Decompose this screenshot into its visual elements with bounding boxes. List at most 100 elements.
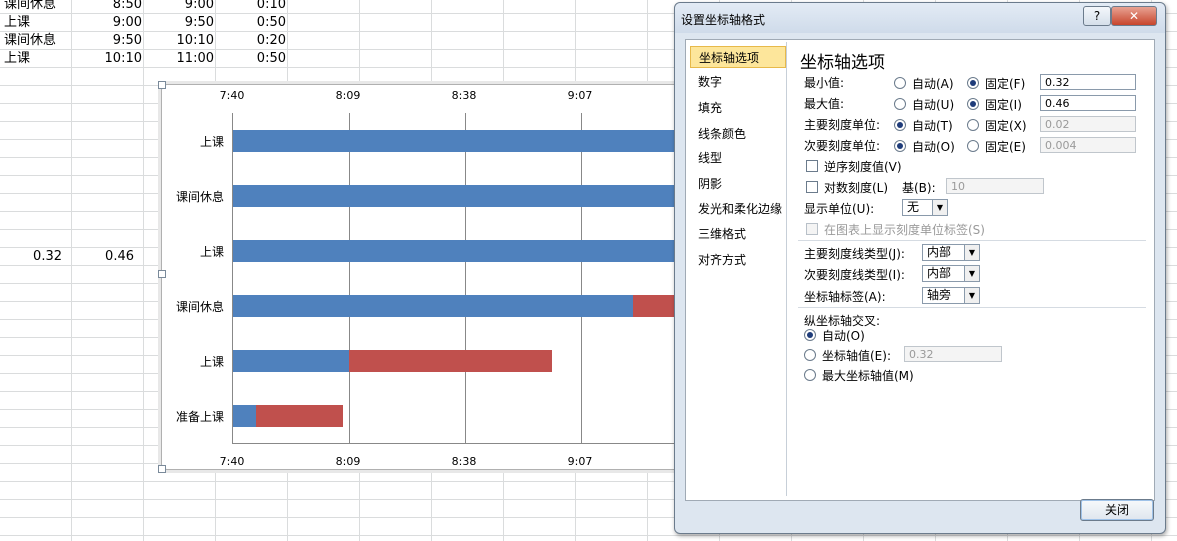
reverse-order-label[interactable]: 逆序刻度值(V): [824, 158, 902, 175]
cell-max-value[interactable]: 0.46: [72, 248, 134, 266]
major-tick-type-dropdown[interactable]: 内部 ▼: [922, 244, 980, 261]
display-units-dropdown[interactable]: 无 ▼: [902, 199, 948, 216]
chevron-down-icon: ▼: [964, 266, 979, 281]
chevron-down-icon: ▼: [964, 245, 979, 260]
cell-label[interactable]: 上课: [4, 14, 30, 32]
bar-start-segment[interactable]: [233, 239, 683, 262]
max-value-input[interactable]: 0.46: [1040, 95, 1136, 111]
nav-item-alignment[interactable]: 对齐方式: [690, 249, 786, 271]
cross-max-radio[interactable]: [804, 369, 816, 381]
minor-auto-radio[interactable]: [894, 140, 906, 152]
cell-end[interactable]: 9:50: [144, 14, 214, 32]
cell-end[interactable]: 9:00: [144, 0, 214, 14]
cross-value-radio[interactable]: [804, 349, 816, 361]
major-auto-label[interactable]: 自动(T): [912, 117, 953, 134]
min-auto-radio[interactable]: [894, 77, 906, 89]
gridline: [349, 113, 350, 443]
bar-duration-segment[interactable]: [633, 294, 674, 317]
cell-min-value[interactable]: 0.32: [0, 248, 62, 266]
cell-end[interactable]: 11:00: [144, 50, 214, 68]
show-units-label[interactable]: 在图表上显示刻度单位标签(S): [824, 221, 985, 238]
display-units-label: 显示单位(U):: [804, 202, 875, 216]
min-fixed-label[interactable]: 固定(F): [985, 75, 1025, 92]
cell-end[interactable]: 10:10: [144, 32, 214, 50]
log-base-label: 基(B):: [902, 181, 936, 195]
cell-duration[interactable]: 0:50: [216, 14, 286, 32]
minor-tick-type-dropdown[interactable]: 内部 ▼: [922, 265, 980, 282]
category-label: 上课: [199, 244, 224, 259]
cell-duration[interactable]: 0:10: [216, 0, 286, 14]
top-tick-label: 7:40: [219, 89, 245, 102]
minor-auto-label[interactable]: 自动(O): [912, 138, 955, 155]
cell-start[interactable]: 9:00: [72, 14, 142, 32]
cell-start[interactable]: 8:50: [72, 0, 142, 14]
resize-handle[interactable]: [158, 81, 166, 89]
max-auto-label[interactable]: 自动(U): [912, 96, 954, 113]
cell-label[interactable]: 上课: [4, 50, 30, 68]
bar-start-segment[interactable]: [233, 184, 683, 207]
major-fixed-label[interactable]: 固定(X): [985, 117, 1027, 134]
bar-start-segment[interactable]: [233, 404, 257, 427]
category-label: 课间休息: [175, 189, 224, 204]
minor-fixed-label[interactable]: 固定(E): [985, 138, 1026, 155]
minor-unit-label: 次要刻度单位:: [804, 139, 881, 153]
category-label: 准备上课: [175, 409, 224, 424]
major-value-input[interactable]: 0.02: [1040, 116, 1136, 132]
log-scale-checkbox[interactable]: [806, 181, 818, 193]
bar-start-segment[interactable]: [233, 129, 683, 152]
cell-start[interactable]: 9:50: [72, 32, 142, 50]
bar-start-segment[interactable]: [233, 349, 349, 372]
bar-duration-segment[interactable]: [349, 349, 552, 372]
cross-auto-label[interactable]: 自动(O): [822, 327, 865, 344]
cell-duration[interactable]: 0:50: [216, 50, 286, 68]
major-auto-radio[interactable]: [894, 119, 906, 131]
min-auto-label[interactable]: 自动(A): [912, 75, 954, 92]
bar-start-segment[interactable]: [233, 294, 634, 317]
cross-auto-radio[interactable]: [804, 329, 816, 341]
dialog-title: 设置坐标轴格式: [681, 13, 766, 27]
axis-labels-dropdown[interactable]: 轴旁 ▼: [922, 287, 980, 304]
major-tick-type-value: 内部: [927, 245, 952, 259]
cross-max-label[interactable]: 最大坐标轴值(M): [822, 367, 914, 384]
max-auto-radio[interactable]: [894, 98, 906, 110]
nav-item-axis-options[interactable]: 坐标轴选项: [690, 46, 786, 68]
bar-duration-segment[interactable]: [256, 404, 344, 427]
nav-item-3d-format[interactable]: 三维格式: [690, 223, 786, 245]
gridline: [581, 113, 582, 443]
log-base-input[interactable]: 10: [946, 178, 1044, 194]
plot-area[interactable]: [232, 113, 683, 444]
reverse-order-checkbox[interactable]: [806, 160, 818, 172]
max-fixed-label[interactable]: 固定(I): [985, 96, 1022, 113]
cell-start[interactable]: 10:10: [72, 50, 142, 68]
cell-label[interactable]: 课间休息: [4, 32, 56, 50]
close-button[interactable]: 关闭: [1080, 499, 1154, 521]
resize-handle[interactable]: [158, 270, 166, 278]
nav-item-number[interactable]: 数字: [690, 71, 786, 93]
dialog-titlebar[interactable]: 设置坐标轴格式 ? ✕: [675, 3, 1165, 33]
cell-duration[interactable]: 0:20: [216, 32, 286, 50]
cross-value-input[interactable]: 0.32: [904, 346, 1002, 362]
nav-item-glow[interactable]: 发光和柔化边缘: [690, 198, 786, 220]
nav-item-line-style[interactable]: 线型: [690, 147, 786, 169]
resize-handle[interactable]: [158, 465, 166, 473]
cross-value-label[interactable]: 坐标轴值(E):: [822, 347, 891, 364]
max-fixed-radio[interactable]: [967, 98, 979, 110]
nav-item-line-color[interactable]: 线条颜色: [690, 123, 786, 145]
log-scale-label[interactable]: 对数刻度(L): [824, 179, 888, 196]
gantt-chart[interactable]: 7:40 8:09 8:38 9:07 7:40 8:09 8:38 9:07 上课 课间休息 上课…: [158, 81, 683, 473]
bottom-tick-label: 7:40: [219, 455, 245, 468]
help-button[interactable]: ?: [1083, 6, 1111, 26]
min-value-input[interactable]: 0.32: [1040, 74, 1136, 90]
cell-label[interactable]: 课间休息: [4, 0, 56, 14]
major-fixed-radio[interactable]: [967, 119, 979, 131]
nav-item-shadow[interactable]: 阴影: [690, 173, 786, 195]
close-window-button[interactable]: ✕: [1111, 6, 1157, 26]
nav-item-fill[interactable]: 填充: [690, 97, 786, 119]
min-fixed-radio[interactable]: [967, 77, 979, 89]
top-tick-label: 8:38: [451, 89, 477, 102]
minor-fixed-radio[interactable]: [967, 140, 979, 152]
category-label: 课间休息: [175, 299, 224, 314]
axis-labels-value: 轴旁: [927, 288, 952, 302]
minor-value-input[interactable]: 0.004: [1040, 137, 1136, 153]
show-units-checkbox[interactable]: [806, 223, 818, 235]
